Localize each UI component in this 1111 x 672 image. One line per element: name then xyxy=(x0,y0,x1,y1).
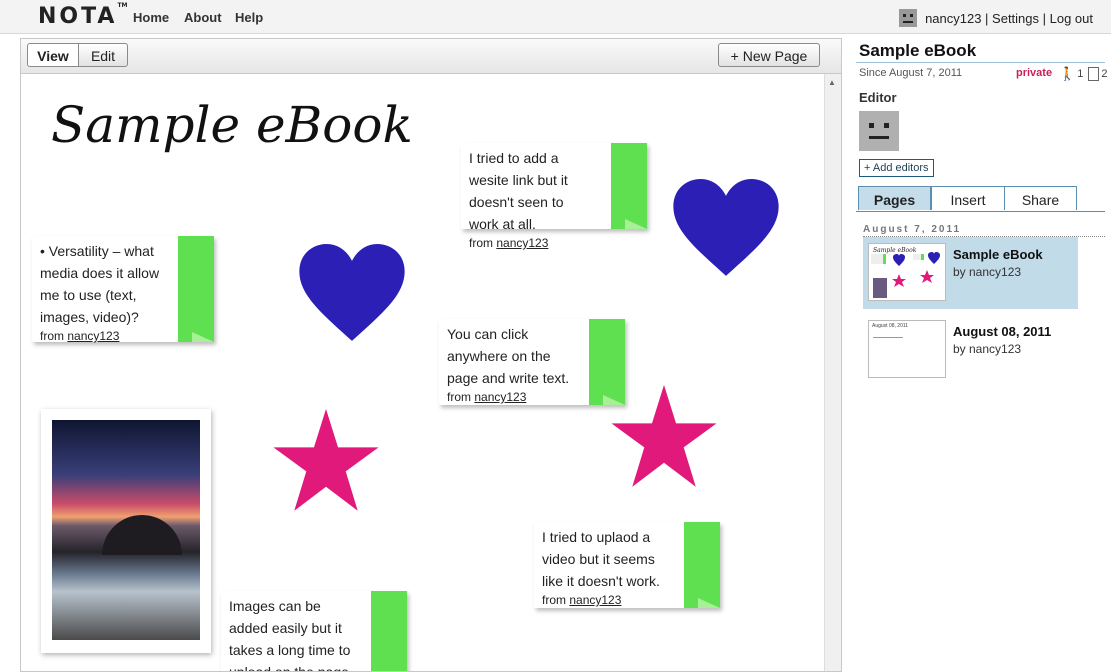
page-item-author: by nancy123 xyxy=(953,342,1022,356)
tab-insert[interactable]: Insert xyxy=(931,186,1005,210)
svg-text:Sample eBook: Sample eBook xyxy=(873,247,917,254)
logo-tm: TM xyxy=(117,1,128,9)
star-shape[interactable] xyxy=(271,409,381,513)
counts: 🚶 1 2 xyxy=(1059,66,1107,82)
top-bar: NOTATM Home About Help nancy123 | Settin… xyxy=(0,0,1111,34)
editor-panel: View Edit + New Page Sample eBook • Vers… xyxy=(20,38,842,672)
note-text: • Versatility – what media does it allow… xyxy=(40,243,160,325)
canvas-scrollbar[interactable]: ▲ xyxy=(824,74,841,671)
editor-avatar[interactable] xyxy=(859,111,899,151)
user-links[interactable]: nancy123 | Settings | Log out xyxy=(925,11,1093,26)
since-date: Since August 7, 2011 xyxy=(859,67,963,79)
nav-home[interactable]: Home xyxy=(133,10,169,25)
note-tab xyxy=(371,591,407,671)
sidebar: Sample eBook Since August 7, 2011 privat… xyxy=(856,38,1111,670)
page-item-author: by nancy123 xyxy=(953,265,1022,279)
thumb-caption: August 08, 2011 xyxy=(872,323,909,329)
tab-pages[interactable]: Pages xyxy=(858,186,931,210)
tabs-divider xyxy=(856,211,1105,212)
note-tab xyxy=(611,143,647,229)
note-tab xyxy=(178,236,214,342)
page-title[interactable]: Sample eBook xyxy=(51,96,413,154)
user-avatar-icon[interactable] xyxy=(899,9,918,27)
page-item-title: August 08, 2011 xyxy=(953,324,1052,339)
person-icon: 🚶 xyxy=(1059,66,1076,81)
editor-toolbar: View Edit + New Page xyxy=(21,39,841,74)
ebook-title: Sample eBook xyxy=(859,41,977,60)
heart-shape[interactable] xyxy=(673,179,779,279)
note-text: You can click anywhere on the page and w… xyxy=(447,326,570,386)
view-button[interactable]: View xyxy=(27,43,79,67)
sidebar-tabs: Pages Insert Share xyxy=(858,186,1105,210)
note-text: I tried to uplaod a video but it seems l… xyxy=(542,529,660,589)
add-editors-button[interactable]: + Add editors xyxy=(859,159,934,177)
star-shape[interactable] xyxy=(609,385,719,489)
note-author: from nancy123 xyxy=(469,236,549,250)
new-page-button[interactable]: + New Page xyxy=(718,43,820,67)
note-text: Images can be added easily but it takes … xyxy=(229,598,351,671)
edit-button[interactable]: Edit xyxy=(78,43,128,67)
author-link[interactable]: nancy123 xyxy=(569,593,621,607)
note-tab xyxy=(684,522,720,608)
page-thumbnail: August 08, 2011 xyxy=(868,320,946,378)
sunset-photo[interactable] xyxy=(41,409,211,653)
note-text: I tried to add a wesite link but it does… xyxy=(469,150,568,232)
page-list-item[interactable]: August 08, 2011 August 08, 2011 by nancy… xyxy=(863,314,1078,386)
photo-image xyxy=(52,420,200,640)
note-author: from nancy123 xyxy=(447,390,527,404)
page-thumbnail: Sample eBook xyxy=(868,243,946,301)
privacy-status[interactable]: private xyxy=(1016,67,1052,79)
page-item-title: Sample eBook xyxy=(953,247,1043,262)
nav-help[interactable]: Help xyxy=(235,10,263,25)
title-divider xyxy=(856,62,1105,63)
note-author: from nancy123 xyxy=(542,593,622,607)
author-link[interactable]: nancy123 xyxy=(67,329,119,343)
page-list-item[interactable]: Sample eBook Sample eBook by nancy123 xyxy=(863,237,1078,309)
tab-share[interactable]: Share xyxy=(1004,186,1077,210)
nav-about[interactable]: About xyxy=(184,10,222,25)
page-count: 2 xyxy=(1101,68,1108,80)
sticky-note[interactable]: • Versatility – what media does it allow… xyxy=(32,236,214,343)
logo-text: NOTA xyxy=(38,4,118,29)
heart-shape[interactable] xyxy=(299,244,405,344)
scroll-up-icon[interactable]: ▲ xyxy=(828,78,836,87)
user-menu: nancy123 | Settings | Log out xyxy=(899,9,1093,27)
author-link[interactable]: nancy123 xyxy=(496,236,548,250)
note-author: from nancy123 xyxy=(40,329,120,343)
editor-label: Editor xyxy=(859,90,897,105)
sticky-note[interactable]: I tried to add a wesite link but it does… xyxy=(461,143,647,250)
page-icon xyxy=(1088,67,1100,81)
sticky-note[interactable]: I tried to uplaod a video but it seems l… xyxy=(534,522,720,608)
date-group-label: August 7, 2011 xyxy=(863,224,962,235)
nota-logo[interactable]: NOTATM xyxy=(38,1,128,29)
sticky-note[interactable]: Images can be added easily but it takes … xyxy=(221,591,407,671)
sticky-note[interactable]: You can click anywhere on the page and w… xyxy=(439,319,625,405)
author-link[interactable]: nancy123 xyxy=(474,390,526,404)
member-count: 1 xyxy=(1077,68,1084,80)
page-canvas[interactable]: Sample eBook • Versatility – what media … xyxy=(21,74,824,671)
